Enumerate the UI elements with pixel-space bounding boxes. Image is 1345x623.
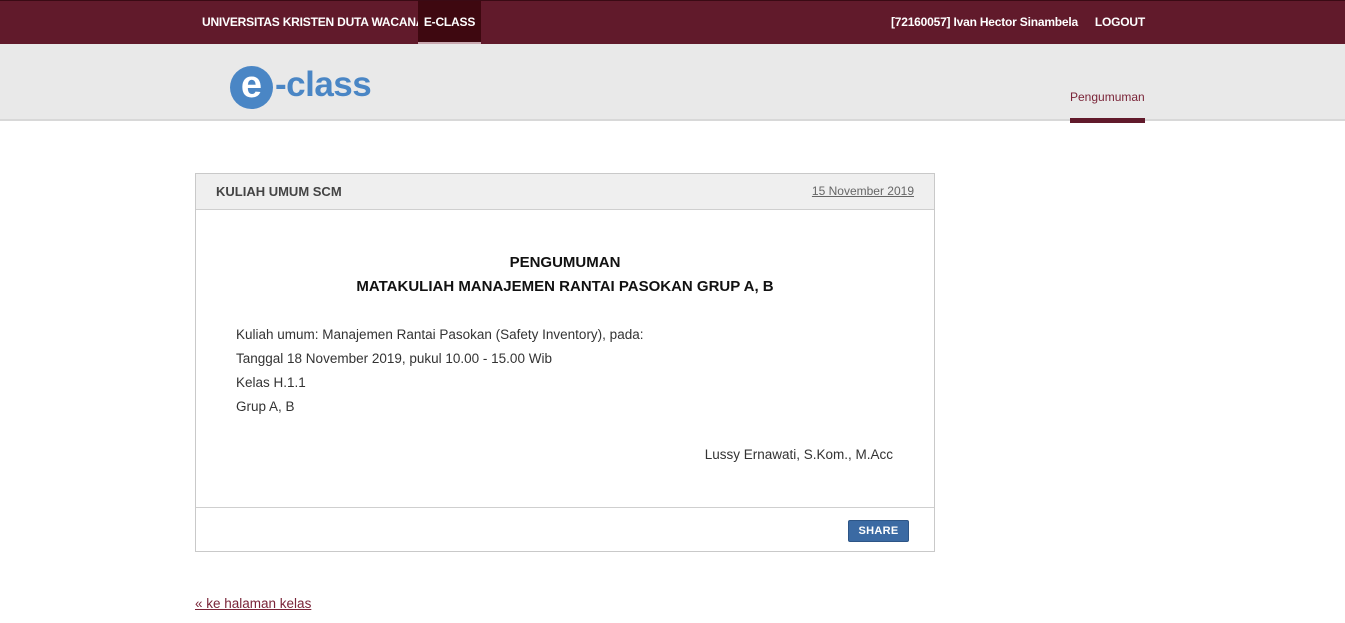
announcement-card: KULIAH UMUM SCM 15 November 2019 PENGUMU… <box>195 173 935 552</box>
announcement-heading: PENGUMUMAN <box>509 254 621 271</box>
announcement-line: Kelas H.1.1 <box>236 375 306 390</box>
university-link[interactable]: UNIVERSITAS KRISTEN DUTA WACANA <box>202 1 424 44</box>
announcement-subheading: MATAKULIAH MANAJEMEN RANTAI PASOKAN GRUP… <box>356 278 774 295</box>
tab-eclass[interactable]: E-CLASS <box>418 1 481 44</box>
announcement-title: KULIAH UMUM SCM <box>216 184 342 199</box>
user-profile-link[interactable]: [72160057] Ivan Hector Sinambela <box>891 1 1078 44</box>
announcement-footer: SHARE <box>196 507 934 551</box>
logo-text: -class <box>275 65 372 104</box>
top-navbar: UNIVERSITAS KRISTEN DUTA WACANA E-CLASS … <box>0 0 1345 44</box>
active-tab-indicator <box>1070 118 1145 123</box>
announcement-line: Tanggal 18 November 2019, pukul 10.00 - … <box>236 351 552 366</box>
share-button[interactable]: SHARE <box>848 520 909 542</box>
announcement-body: PENGUMUMAN MATAKULIAH MANAJEMEN RANTAI P… <box>196 210 934 507</box>
back-to-class-link[interactable]: « ke halaman kelas <box>195 596 311 611</box>
announcement-date[interactable]: 15 November 2019 <box>812 184 914 198</box>
announcement-line: Kuliah umum: Manajemen Rantai Pasokan (S… <box>236 327 644 342</box>
announcement-header: KULIAH UMUM SCM 15 November 2019 <box>196 174 934 210</box>
page-header: e -class Pengumuman <box>0 44 1345 123</box>
logo-circle-icon: e <box>230 66 273 109</box>
tab-pengumuman[interactable]: Pengumuman <box>1070 90 1145 104</box>
announcement-line: Grup A, B <box>236 399 295 414</box>
logout-link[interactable]: LOGOUT <box>1095 1 1145 44</box>
announcement-signature: Lussy Ernawati, S.Kom., M.Acc <box>704 447 893 462</box>
